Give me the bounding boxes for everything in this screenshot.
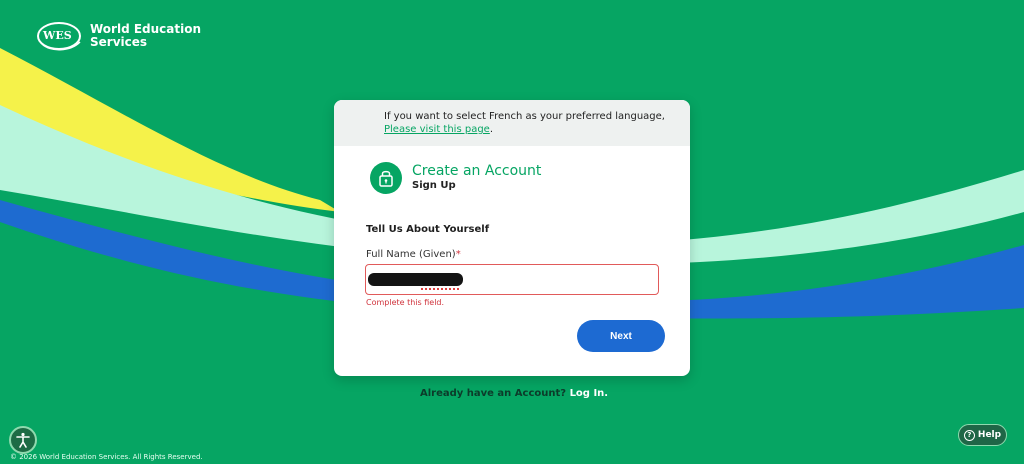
spellcheck-underline: [421, 286, 459, 290]
full-name-input[interactable]: [365, 264, 659, 295]
help-button[interactable]: ? Help: [958, 424, 1007, 446]
copyright-text: © 2026 World Education Services. All Rig…: [10, 453, 203, 461]
page-title: Create an Account: [412, 163, 542, 179]
lock-icon: [370, 162, 402, 194]
login-prompt-line: Already have an Account? Log In.: [420, 388, 608, 399]
language-notice: If you want to select French as your pre…: [334, 100, 690, 146]
wes-logo[interactable]: WES World Education Services: [36, 20, 201, 52]
login-link[interactable]: Log In.: [570, 388, 609, 399]
french-page-link[interactable]: Please visit this page: [384, 124, 490, 135]
accessibility-button[interactable]: [9, 426, 37, 454]
redacted-value: [368, 273, 463, 286]
required-marker: *: [455, 249, 461, 260]
full-name-label: Full Name (Given)*: [366, 249, 461, 260]
help-label: Help: [977, 430, 1002, 440]
language-notice-text: If you want to select French as your pre…: [384, 111, 665, 122]
brand-name: World Education Services: [90, 23, 201, 49]
question-icon: ?: [963, 429, 975, 441]
logo-mark-text: WES: [43, 29, 72, 42]
accessibility-icon: [16, 432, 30, 448]
page-subtitle: Sign Up: [412, 180, 456, 191]
notice-link-suffix: .: [489, 124, 494, 135]
signup-card: If you want to select French as your pre…: [334, 100, 690, 376]
login-prompt: Already have an Account?: [420, 388, 567, 399]
full-name-label-text: Full Name (Given): [366, 249, 456, 260]
brand-name-line2: Services: [90, 35, 148, 49]
field-error-message: Complete this field.: [366, 298, 445, 307]
section-title: Tell Us About Yourself: [366, 224, 490, 235]
card-header: Create an Account Sign Up: [370, 162, 541, 194]
next-button[interactable]: Next: [577, 320, 665, 352]
